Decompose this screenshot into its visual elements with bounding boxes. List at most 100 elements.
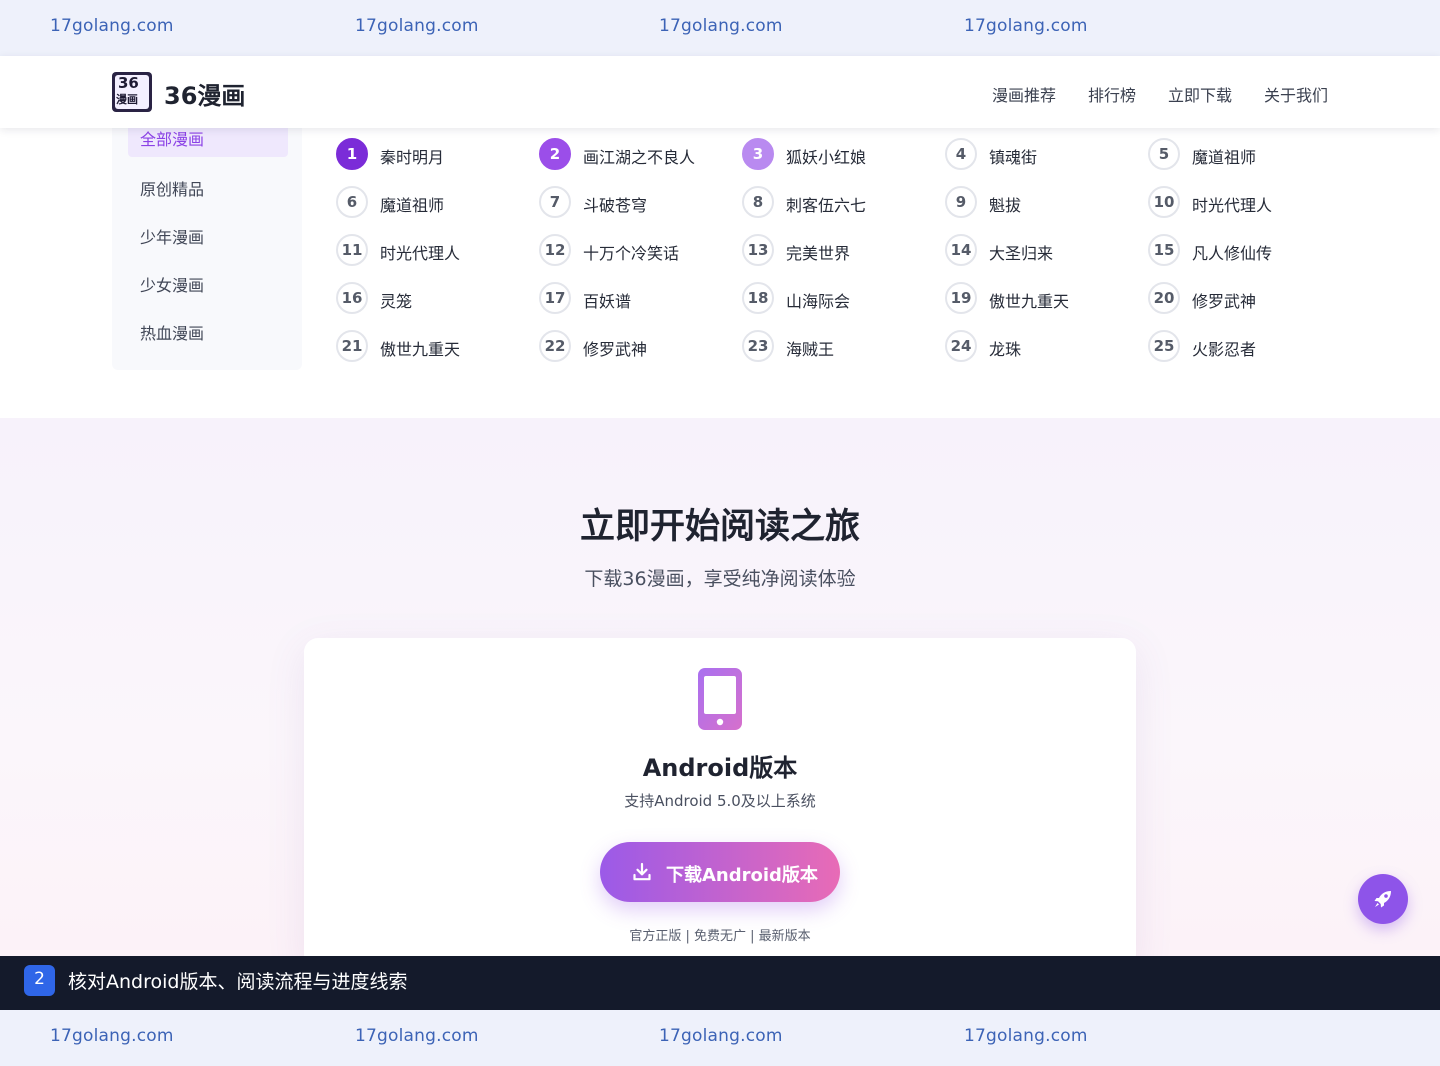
category-item-original[interactable]: 原创精品 <box>128 173 288 207</box>
comic-title: 完美世界 <box>786 244 851 263</box>
ranking-item[interactable]: 3 狐妖小红娘 <box>742 138 942 172</box>
nav-link-recommend[interactable]: 漫画推荐 <box>992 82 1056 106</box>
caption-bar: 2 核对Android版本、阅读流程与进度线索 <box>0 956 1440 1010</box>
watermark-text: 17golang.com <box>50 16 174 36</box>
ranking-item[interactable]: 11 时光代理人 <box>336 234 536 268</box>
comic-title: 龙珠 <box>989 340 1022 359</box>
ranking-item[interactable]: 5 魔道祖师 <box>1148 138 1348 172</box>
watermark-text: 17golang.com <box>355 1026 479 1046</box>
ranking-item[interactable]: 13 完美世界 <box>742 234 942 268</box>
card-description: 支持Android 5.0及以上系统 <box>624 792 816 810</box>
ranking-item[interactable]: 12 十万个冷笑话 <box>539 234 739 268</box>
nav-link-download[interactable]: 立即下载 <box>1168 82 1232 106</box>
download-icon <box>633 862 651 881</box>
navbar: 36 漫画 36漫画 漫画推荐 排行榜 立即下载 关于我们 <box>0 56 1440 128</box>
comic-title: 时光代理人 <box>380 244 461 263</box>
ranking-item[interactable]: 21 傲世九重天 <box>336 330 536 364</box>
ranking-item[interactable]: 18 山海际会 <box>742 282 942 316</box>
ranking-item[interactable]: 20 修罗武神 <box>1148 282 1348 316</box>
ranking-item[interactable]: 14 大圣归来 <box>945 234 1145 268</box>
ranking-item[interactable]: 15 凡人修仙传 <box>1148 234 1348 268</box>
rank-badge: 25 <box>1148 330 1180 362</box>
rank-badge: 22 <box>539 330 571 362</box>
rank-badge: 7 <box>539 186 571 218</box>
watermark-text: 17golang.com <box>659 16 783 36</box>
back-to-top-button[interactable] <box>1358 874 1408 924</box>
ranking-item[interactable]: 2 画江湖之不良人 <box>539 138 739 172</box>
comic-title: 镇魂街 <box>989 148 1038 167</box>
logo-text: 漫画 <box>116 93 138 106</box>
rank-badge: 16 <box>336 282 368 314</box>
watermark-text: 17golang.com <box>50 1026 174 1046</box>
ranking-item[interactable]: 6 魔道祖师 <box>336 186 536 220</box>
rank-badge: 4 <box>945 138 977 170</box>
category-item-shoujo[interactable]: 少女漫画 <box>128 269 288 303</box>
watermark-text: 17golang.com <box>964 16 1088 36</box>
brand-name[interactable]: 36漫画 <box>164 76 245 111</box>
caption-text: 核对Android版本、阅读流程与进度线索 <box>68 971 408 993</box>
ranking-item[interactable]: 19 傲世九重天 <box>945 282 1145 316</box>
logo-number: 36 <box>118 74 139 92</box>
comic-title: 灵笼 <box>380 292 413 311</box>
category-sidebar: 全部漫画 原创精品 少年漫画 少女漫画 热血漫画 <box>112 123 302 370</box>
comic-title: 刺客伍六七 <box>786 196 867 215</box>
ranking-item[interactable]: 8 刺客伍六七 <box>742 186 942 220</box>
watermark-text: 17golang.com <box>659 1026 783 1046</box>
ranking-item[interactable]: 25 火影忍者 <box>1148 330 1348 364</box>
logo-icon[interactable]: 36 漫画 <box>112 72 152 112</box>
rank-badge: 20 <box>1148 282 1180 314</box>
ranking-item[interactable]: 1 秦时明月 <box>336 138 536 172</box>
comic-title: 魔道祖师 <box>380 196 445 215</box>
android-card: Android版本 支持Android 5.0及以上系统 下载Android版本… <box>304 638 1136 968</box>
comic-title: 百妖谱 <box>583 292 632 311</box>
category-item-action[interactable]: 热血漫画 <box>128 317 288 351</box>
ranking-item[interactable]: 24 龙珠 <box>945 330 1145 364</box>
comic-title: 修罗武神 <box>583 340 648 359</box>
comic-title: 大圣归来 <box>989 244 1054 263</box>
comic-title: 火影忍者 <box>1192 340 1257 359</box>
comic-title: 海贼王 <box>786 340 835 359</box>
download-section: 立即开始阅读之旅 下载36漫画，享受纯净阅读体验 Android版本 支持And… <box>0 418 1440 968</box>
ranking-item[interactable]: 7 斗破苍穹 <box>539 186 739 220</box>
category-item-shounen[interactable]: 少年漫画 <box>128 221 288 255</box>
rank-badge: 18 <box>742 282 774 314</box>
card-note: 官方正版 | 免费无广 | 最新版本 <box>629 929 811 944</box>
nav-link-ranking[interactable]: 排行榜 <box>1088 82 1136 106</box>
ranking-item[interactable]: 17 百妖谱 <box>539 282 739 316</box>
rank-badge: 6 <box>336 186 368 218</box>
comic-title: 凡人修仙传 <box>1192 244 1273 263</box>
rank-badge: 12 <box>539 234 571 266</box>
watermark-text: 17golang.com <box>355 16 479 36</box>
comic-title: 秦时明月 <box>380 148 445 167</box>
nav-link-about[interactable]: 关于我们 <box>1264 82 1328 106</box>
comic-title: 傲世九重天 <box>989 292 1070 311</box>
watermark-bar-bottom: 17golang.com 17golang.com 17golang.com 1… <box>0 1010 1440 1066</box>
rank-badge: 14 <box>945 234 977 266</box>
ranking-item[interactable]: 16 灵笼 <box>336 282 536 316</box>
rank-badge: 21 <box>336 330 368 362</box>
ranking-item[interactable]: 22 修罗武神 <box>539 330 739 364</box>
ranking-item[interactable]: 10 时光代理人 <box>1148 186 1348 220</box>
watermark-bar-top: 17golang.com 17golang.com 17golang.com 1… <box>0 0 1440 56</box>
watermark-text: 17golang.com <box>964 1026 1088 1046</box>
ranking-item[interactable]: 23 海贼王 <box>742 330 942 364</box>
download-android-button[interactable]: 下载Android版本 <box>600 842 840 902</box>
rank-badge: 1 <box>336 138 368 170</box>
ranking-item[interactable]: 4 镇魂街 <box>945 138 1145 172</box>
rank-badge: 19 <box>945 282 977 314</box>
category-item-all[interactable]: 全部漫画 <box>128 123 288 157</box>
comic-title: 修罗武神 <box>1192 292 1257 311</box>
rank-badge: 17 <box>539 282 571 314</box>
download-button-label: 下载Android版本 <box>666 865 818 886</box>
ranking-item[interactable]: 9 魁拔 <box>945 186 1145 220</box>
rank-badge: 13 <box>742 234 774 266</box>
comic-title: 斗破苍穹 <box>583 196 648 215</box>
comic-title: 十万个冷笑话 <box>583 244 680 263</box>
section-subtitle: 下载36漫画，享受纯净阅读体验 <box>584 568 856 590</box>
rank-badge: 23 <box>742 330 774 362</box>
rank-badge: 11 <box>336 234 368 266</box>
rank-badge: 15 <box>1148 234 1180 266</box>
rank-badge: 8 <box>742 186 774 218</box>
rank-badge: 24 <box>945 330 977 362</box>
phone-icon <box>698 668 742 730</box>
